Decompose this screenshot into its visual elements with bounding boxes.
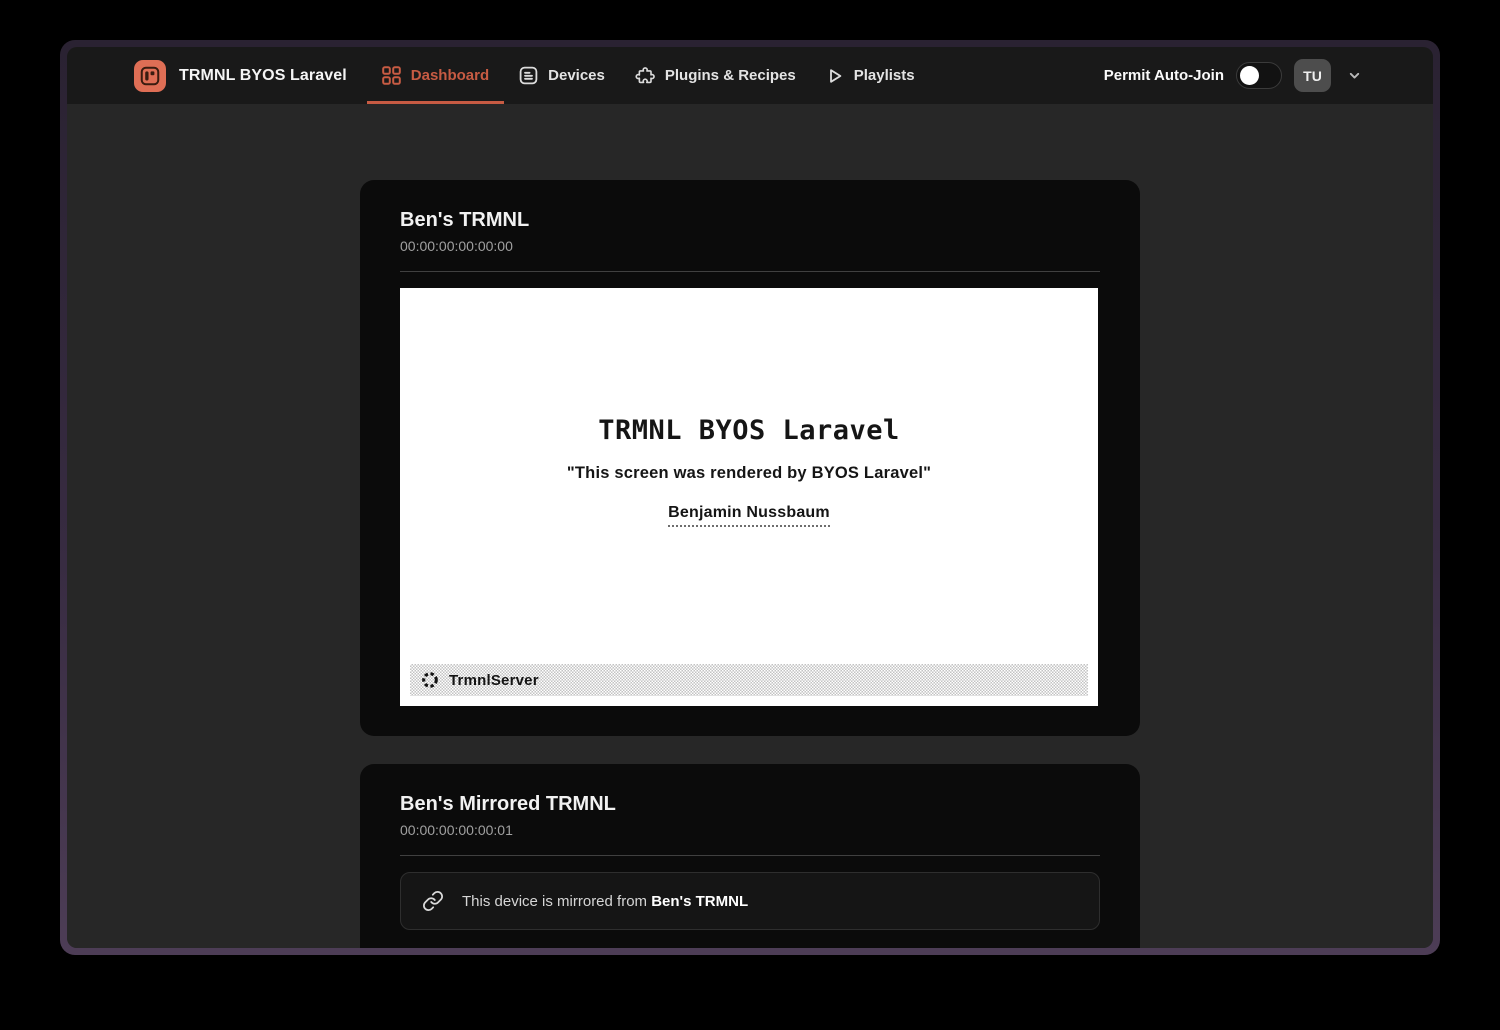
app-window: TRMNL BYOS Laravel Dashboard — [67, 47, 1433, 948]
toggle-knob — [1240, 66, 1259, 85]
avatar-initials: TU — [1303, 68, 1322, 84]
nav-item-devices[interactable]: Devices — [504, 47, 620, 104]
play-icon — [826, 67, 844, 85]
card-divider — [400, 271, 1100, 272]
chevron-down-icon[interactable] — [1343, 64, 1366, 87]
trmnl-device-icon — [134, 60, 166, 92]
nav-items: Dashboard Devices — [367, 47, 930, 104]
device-name: Ben's Mirrored TRMNL — [400, 792, 1100, 816]
eink-status-label: TrmnlServer — [449, 672, 539, 689]
eink-screen-body: TRMNL BYOS Laravel "This screen was rend… — [400, 288, 1098, 654]
puzzle-icon — [635, 66, 655, 86]
app-window-frame: TRMNL BYOS Laravel Dashboard — [60, 40, 1440, 955]
nav-item-plugins[interactable]: Plugins & Recipes — [620, 47, 811, 104]
navbar: TRMNL BYOS Laravel Dashboard — [67, 47, 1433, 104]
eink-screen-preview: TRMNL BYOS Laravel "This screen was rend… — [400, 288, 1098, 706]
nav-item-label: Playlists — [854, 67, 915, 84]
nav-item-dashboard[interactable]: Dashboard — [367, 47, 504, 104]
nav-item-playlists[interactable]: Playlists — [811, 47, 930, 104]
avatar[interactable]: TU — [1294, 59, 1331, 92]
mirror-text: This device is mirrored from Ben's TRMNL — [462, 893, 748, 910]
device-mac: 00:00:00:00:00:01 — [400, 822, 1100, 839]
mirror-notice: This device is mirrored from Ben's TRMNL — [400, 872, 1100, 930]
card-divider — [400, 855, 1100, 856]
mirror-text-prefix: This device is mirrored from — [462, 893, 651, 910]
eink-title: TRMNL BYOS Laravel — [598, 415, 900, 446]
nav-item-label: Devices — [548, 67, 605, 84]
mirror-target-device: Ben's TRMNL — [651, 893, 748, 910]
device-mac: 00:00:00:00:00:00 — [400, 238, 1100, 255]
eink-author: Benjamin Nussbaum — [668, 504, 830, 527]
grid-icon — [382, 66, 401, 85]
device-card: Ben's TRMNL 00:00:00:00:00:00 TRMNL BYOS… — [360, 180, 1140, 736]
nav-item-label: Plugins & Recipes — [665, 67, 796, 84]
dashboard-content: Ben's TRMNL 00:00:00:00:00:00 TRMNL BYOS… — [67, 104, 1433, 948]
link-icon — [422, 890, 444, 912]
auto-join-toggle[interactable] — [1236, 62, 1282, 89]
brand[interactable]: TRMNL BYOS Laravel — [134, 60, 347, 92]
eink-quote: "This screen was rendered by BYOS Larave… — [567, 464, 931, 483]
eink-status-bar: TrmnlServer — [410, 664, 1088, 696]
nav-item-label: Dashboard — [411, 67, 489, 84]
device-list-icon — [519, 66, 538, 85]
navbar-right: Permit Auto-Join TU — [1104, 59, 1366, 92]
app-title: TRMNL BYOS Laravel — [179, 67, 347, 85]
spinner-icon — [421, 671, 439, 689]
device-name: Ben's TRMNL — [400, 208, 1100, 232]
device-card: Ben's Mirrored TRMNL 00:00:00:00:00:01 T… — [360, 764, 1140, 948]
permit-auto-join-label: Permit Auto-Join — [1104, 67, 1224, 84]
